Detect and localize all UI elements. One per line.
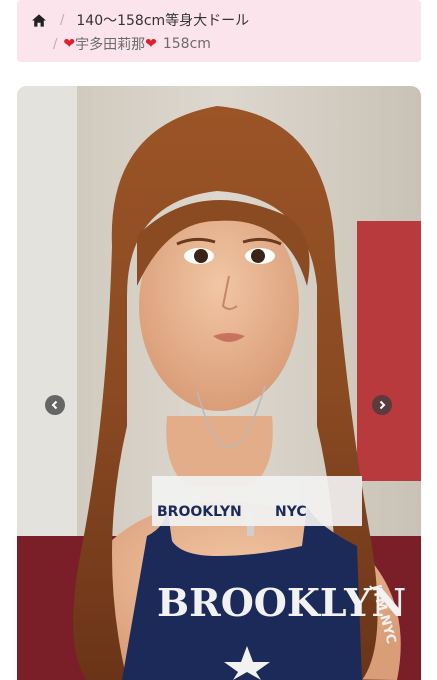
chevron-right-icon — [379, 400, 386, 410]
shirt-print: BROOKLYN — [157, 504, 242, 520]
breadcrumb-row-2: / ❤ 宇多田莉那 ❤ 158cm — [29, 32, 409, 56]
shirt-print: NYC — [275, 504, 307, 520]
carousel-next-button[interactable] — [372, 395, 392, 415]
breadcrumb-category-link[interactable]: 140〜158cm等身大ドール — [76, 10, 249, 30]
doll-photo: BROOKLYN NYC BROOKLYN JTM NYC — [17, 86, 421, 680]
heart-icon: ❤ — [63, 36, 76, 52]
breadcrumb-current-name: 宇多田莉那 — [75, 37, 146, 53]
home-icon[interactable] — [32, 13, 46, 27]
carousel-prev-button[interactable] — [45, 395, 65, 415]
breadcrumb-row-1: / 140〜158cm等身大ドール — [29, 8, 409, 32]
breadcrumb: / 140〜158cm等身大ドール / ❤ 宇多田莉那 ❤ 158cm — [17, 0, 421, 62]
breadcrumb-separator: / — [60, 12, 65, 28]
breadcrumb-current-size: 158cm — [162, 36, 211, 52]
image-carousel[interactable]: BROOKLYN NYC BROOKLYN JTM NYC — [17, 86, 421, 680]
heart-icon: ❤ — [145, 36, 157, 52]
breadcrumb-separator: / — [53, 36, 58, 52]
chevron-left-icon — [51, 400, 58, 410]
